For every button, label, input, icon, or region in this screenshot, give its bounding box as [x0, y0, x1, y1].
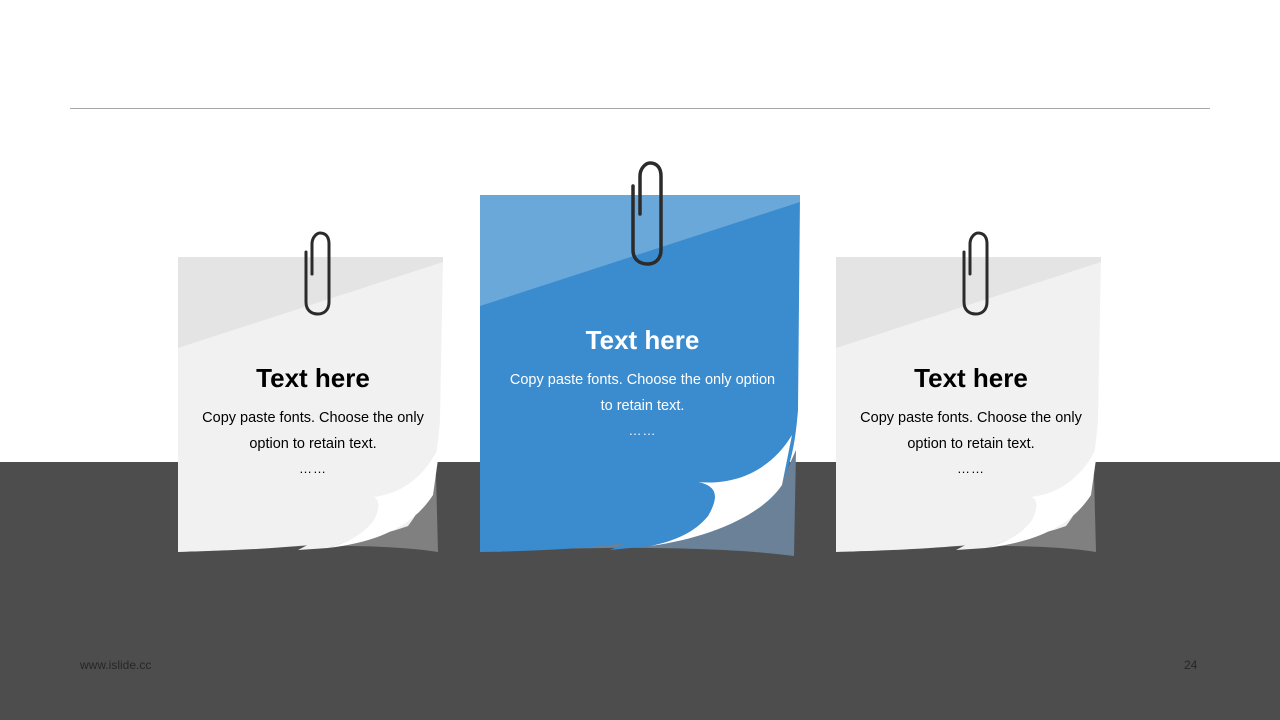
note-ellipsis: …… — [628, 423, 657, 438]
paperclip-icon — [631, 161, 663, 266]
note-text-left: Text here Copy paste fonts. Choose the o… — [178, 363, 448, 477]
note-body: Copy paste fonts. Choose the only option… — [202, 410, 424, 452]
note-ellipsis: …… — [957, 461, 985, 476]
note-title: Text here — [585, 325, 700, 355]
note-title: Text here — [914, 363, 1028, 393]
note-text-right: Text here Copy paste fonts. Choose the o… — [836, 363, 1106, 477]
page-number: 24 — [1184, 658, 1198, 672]
note-ellipsis: …… — [299, 461, 327, 476]
header-divider — [70, 108, 1210, 109]
note-card-left: Text here Copy paste fonts. Choose the o… — [178, 230, 448, 560]
note-text-center: Text here Copy paste fonts. Choose the o… — [480, 325, 805, 439]
note-card-center: Text here Copy paste fonts. Choose the o… — [480, 160, 805, 560]
paperclip-icon — [304, 231, 331, 316]
footer-website: www.islide.cc — [80, 658, 152, 672]
note-body: Copy paste fonts. Choose the only option… — [860, 410, 1082, 452]
note-title: Text here — [256, 363, 370, 393]
paperclip-icon — [962, 231, 989, 316]
note-body: Copy paste fonts. Choose the only option… — [509, 372, 776, 414]
note-card-right: Text here Copy paste fonts. Choose the o… — [836, 230, 1106, 560]
